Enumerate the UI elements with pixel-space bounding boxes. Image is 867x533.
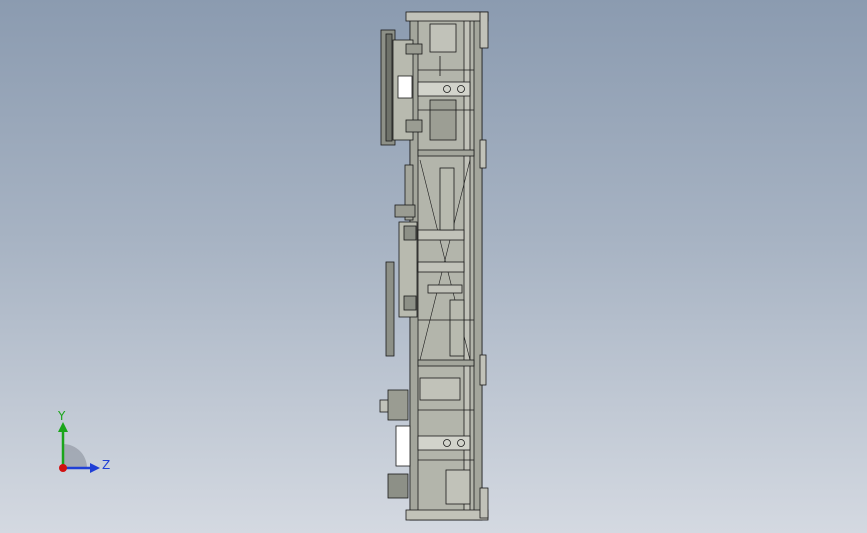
y-axis-label: Y	[57, 409, 66, 423]
triad-arc	[63, 444, 87, 468]
frame-rail-right	[473, 11, 483, 521]
graphics-viewport[interactable]: Y Z	[0, 0, 867, 533]
cross-member-1	[417, 149, 475, 157]
axis-triad: Y Z	[57, 409, 110, 473]
top-plate	[405, 11, 489, 22]
assembly-model[interactable]	[0, 0, 867, 533]
y-axis-arrow-icon	[58, 422, 68, 432]
bottom-plate	[405, 509, 489, 521]
cross-member-2	[417, 359, 475, 367]
z-axis-arrow-icon	[90, 463, 100, 473]
z-axis-label: Z	[102, 458, 110, 472]
x-axis-dot-icon	[59, 464, 67, 472]
